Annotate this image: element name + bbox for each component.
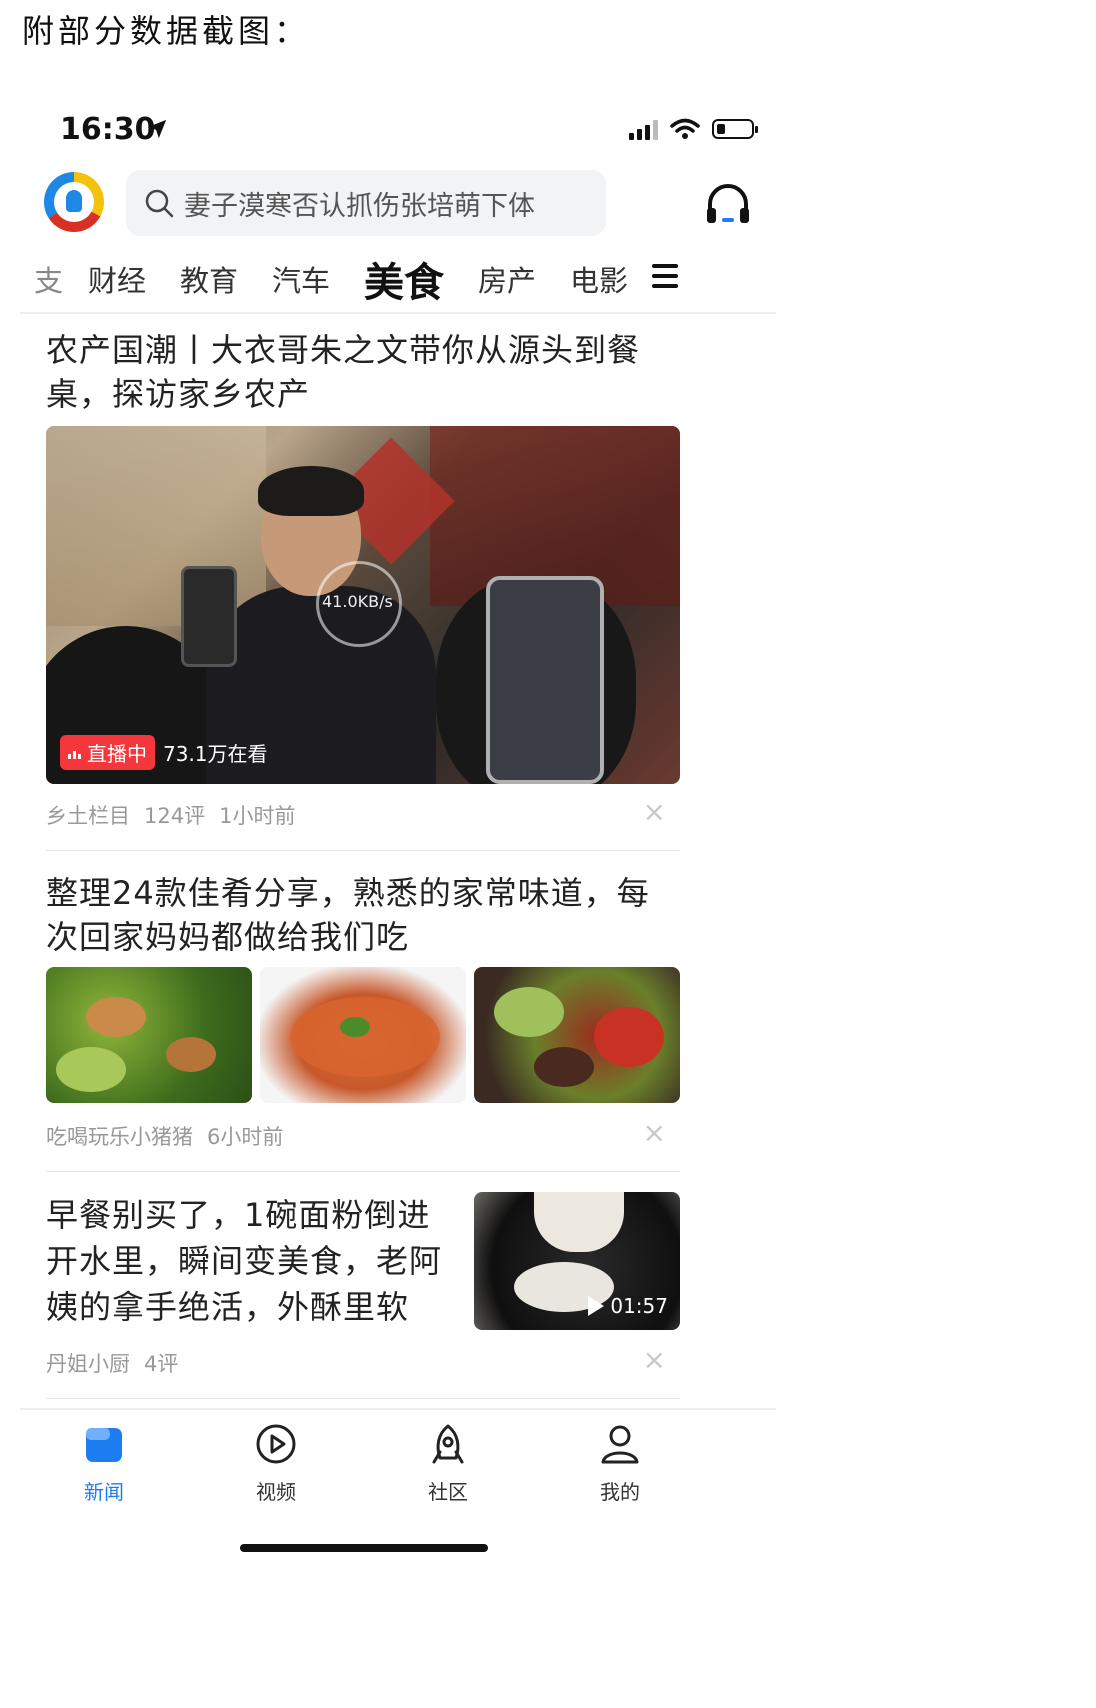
nav-profile[interactable]: 我的 [570,1422,670,1505]
play-icon [588,1296,605,1316]
channel-tabs: 支 财经 教育 汽车 美食 房产 电影 [20,250,776,314]
live-indicator: 直播中 73.1万在看 [60,735,268,770]
feed-item-video[interactable]: 早餐别买了，1碗面粉倒进开水里，瞬间变美食，老阿姨的拿手绝活，外酥里软 01:5… [46,1172,680,1378]
viewer-count: 73.1万在看 [163,742,268,766]
bottom-navigation: 新闻 视频 社区 我的 [20,1408,776,1518]
tab-realestate[interactable]: 房产 [478,258,536,300]
tab-education[interactable]: 教育 [180,258,238,300]
article-meta: 吃喝玩乐小猪猪 6小时前 × [46,1119,680,1151]
wifi-icon [670,118,700,139]
food-thumbnail-stirfry[interactable] [474,967,680,1103]
search-placeholder: 妻子漠寒否认抓伤张培萌下体 [184,190,535,222]
tab-movies[interactable]: 电影 [570,258,628,300]
video-thumbnail[interactable]: 01:57 [474,1192,680,1330]
publish-time: 1小时前 [219,804,296,828]
search-icon [145,189,174,218]
article-title[interactable]: 整理24款佳肴分享，熟悉的家常味道，每次回家妈妈都做给我们吃 [46,871,680,959]
nav-news[interactable]: 新闻 [54,1422,154,1505]
comment-count: 4评 [144,1352,179,1376]
loading-speed: 41.0KB/s [322,592,393,611]
article-source: 吃喝玩乐小猪猪 [46,1125,193,1149]
tab-finance[interactable]: 财经 [88,258,146,300]
app-logo[interactable] [44,172,104,232]
headphones-icon[interactable] [704,180,752,228]
status-indicators [629,118,758,140]
publish-time: 6小时前 [207,1125,284,1149]
phone-screen: 16:30 妻子漠寒否认抓伤张培萌下体 支 财经 教育 汽车 美食 房产 电影 … [20,100,776,1708]
live-badge: 直播中 [60,735,155,770]
location-arrow-icon [147,119,167,139]
channel-menu-icon[interactable] [652,264,678,288]
live-bars-icon [68,747,81,759]
tab-auto[interactable]: 汽车 [272,258,330,300]
nav-community[interactable]: 社区 [398,1422,498,1505]
food-thumbnail-noodles[interactable] [260,967,466,1103]
battery-icon [712,119,758,139]
live-video-cover[interactable]: 41.0KB/s 直播中 73.1万在看 [46,426,680,784]
article-meta: 丹姐小厨 4评 × [46,1346,680,1378]
dismiss-icon[interactable]: × [643,798,666,826]
video-play-icon [256,1424,296,1464]
status-bar: 16:30 [20,100,776,164]
article-meta: 乡土栏目 124评 1小时前 × [46,798,680,830]
dismiss-icon[interactable]: × [643,1346,666,1374]
feed-item-gallery[interactable]: 整理24款佳肴分享，熟悉的家常味道，每次回家妈妈都做给我们吃 吃喝玩乐小猪猪 6… [46,851,680,1151]
tab-food[interactable]: 美食 [364,250,444,308]
cellular-signal-icon [629,118,658,140]
home-indicator[interactable] [240,1544,488,1552]
search-input[interactable]: 妻子漠寒否认抓伤张培萌下体 [126,170,606,236]
feed-item-live[interactable]: 农产国潮丨大衣哥朱之文带你从源头到餐桌，探访家乡农产 41.0KB/s 直播中 … [46,316,680,830]
status-time: 16:30 [60,112,156,147]
comment-count: 124评 [144,804,206,828]
article-source: 乡土栏目 [46,804,130,828]
news-icon [86,1428,122,1462]
nav-video[interactable]: 视频 [226,1422,326,1505]
food-thumbnail-greens[interactable] [46,967,252,1103]
feed-divider [46,1398,680,1399]
profile-icon [601,1425,639,1464]
app-header: 妻子漠寒否认抓伤张培萌下体 [20,164,776,248]
video-duration: 01:57 [588,1294,668,1318]
tab-partial[interactable]: 支 [34,258,63,300]
article-title[interactable]: 早餐别买了，1碗面粉倒进开水里，瞬间变美食，老阿姨的拿手绝活，外酥里软 [46,1192,446,1330]
article-title[interactable]: 农产国潮丨大衣哥朱之文带你从源头到餐桌，探访家乡农产 [46,328,680,416]
news-feed: 农产国潮丨大衣哥朱之文带你从源头到餐桌，探访家乡农产 41.0KB/s 直播中 … [46,316,680,1399]
page-caption: 附部分数据截图： [22,12,311,50]
community-icon [432,1424,464,1464]
thumbnail-row [46,967,680,1103]
article-source: 丹姐小厨 [46,1352,130,1376]
dismiss-icon[interactable]: × [643,1119,666,1147]
